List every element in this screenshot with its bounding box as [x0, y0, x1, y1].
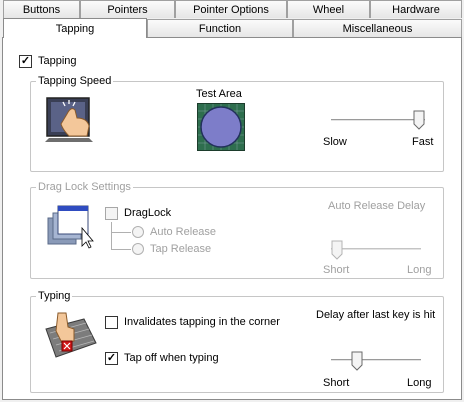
- tap-release-radio[interactable]: [132, 243, 144, 255]
- test-area-label: Test Area: [196, 88, 242, 100]
- tab-pointers[interactable]: Pointers: [80, 0, 175, 18]
- auto-release-delay-slider-thumb[interactable]: [331, 240, 343, 260]
- drag-lock-title: Drag Lock Settings: [36, 180, 133, 194]
- tapping-label: Tapping: [38, 55, 77, 67]
- tab-wheel[interactable]: Wheel: [287, 0, 370, 18]
- drag-windows-icon: [47, 205, 94, 249]
- auto-release-delay-track: [331, 248, 421, 251]
- test-area[interactable]: [197, 103, 245, 151]
- draglock-label: DragLock: [124, 207, 172, 219]
- tapping-speed-title: Tapping Speed: [36, 74, 114, 88]
- typing-delay-long-label: Long: [407, 377, 432, 389]
- tapping-checkbox[interactable]: ✓: [19, 55, 32, 68]
- tap-off-typing-checkbox[interactable]: ✓: [105, 352, 118, 365]
- tapping-speed-slider-thumb[interactable]: [413, 110, 425, 130]
- tapping-speed-fast-label: Fast: [412, 136, 434, 148]
- auto-release-delay-label: Auto Release Delay: [328, 200, 426, 212]
- typing-delay-short-label: Short: [323, 377, 350, 389]
- tap-off-typing-label: Tap off when typing: [124, 352, 219, 364]
- tab-hardware[interactable]: Hardware: [370, 0, 462, 18]
- draglock-checkbox[interactable]: [105, 207, 118, 220]
- tab-buttons[interactable]: Buttons: [3, 0, 80, 18]
- tree-line: [111, 232, 131, 233]
- tree-line: [111, 249, 131, 250]
- touchpad-tap-icon: [45, 97, 93, 142]
- tapping-speed-slow-label: Slow: [323, 136, 347, 148]
- tapping-speed-track: [331, 119, 425, 122]
- auto-release-label: Auto Release: [150, 226, 217, 238]
- tab-panel: ✓ Tapping Tapping Speed Test Area Slow F…: [2, 37, 462, 400]
- keyboard-typing-icon: [45, 312, 97, 358]
- drag-lock-group: Drag Lock Settings DragLock Auto Release…: [30, 180, 444, 279]
- invalidate-corner-checkbox[interactable]: [105, 316, 118, 329]
- delay-after-key-label: Delay after last key is hit: [316, 309, 436, 321]
- tap-release-label: Tap Release: [150, 243, 212, 255]
- typing-delay-track: [331, 359, 421, 362]
- tab-miscellaneous[interactable]: Miscellaneous: [293, 19, 462, 37]
- auto-release-delay-long-label: Long: [407, 264, 432, 276]
- tapping-speed-group: Tapping Speed Test Area Slow Fast: [30, 74, 444, 172]
- typing-group: Typing Invalidates tapping in the corner…: [30, 289, 444, 393]
- typing-title: Typing: [36, 289, 73, 303]
- typing-delay-slider-thumb[interactable]: [351, 351, 363, 371]
- tab-function[interactable]: Function: [147, 19, 293, 37]
- tab-tapping[interactable]: Tapping: [3, 18, 147, 38]
- tree-line: [111, 222, 112, 249]
- tab-pointer-options[interactable]: Pointer Options: [175, 0, 287, 18]
- invalidate-corner-label: Invalidates tapping in the corner: [124, 316, 280, 328]
- auto-release-delay-short-label: Short: [323, 264, 350, 276]
- auto-release-radio[interactable]: [132, 226, 144, 238]
